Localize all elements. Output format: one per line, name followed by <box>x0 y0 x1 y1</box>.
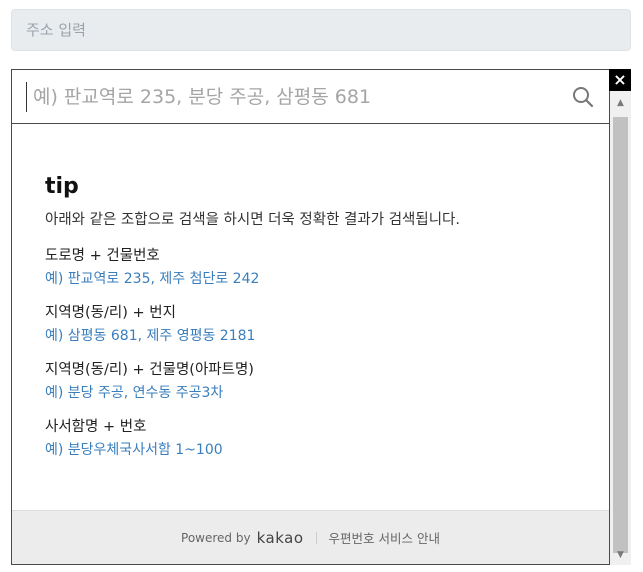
example-value: 예) 분당우체국사서함 1~100 <box>45 442 223 458</box>
tip-description: 아래와 같은 조합으로 검색을 하시면 더욱 정확한 결과가 검색됩니다. <box>45 212 460 228</box>
scroll-down-arrow-icon[interactable]: ▼ <box>610 547 631 563</box>
example-value: 예) 판교역로 235, 제주 첨단로 242 <box>45 271 260 287</box>
example-label: 지역명(동/리) + 건물명(아파트명) <box>45 362 254 378</box>
example-group: 사서함명 + 번호 예) 분당우체국사서함 1~100 <box>45 415 585 472</box>
example-label: 도로명 + 건물번호 <box>45 248 160 264</box>
scroll-thumb[interactable] <box>613 117 628 553</box>
example-group: 지역명(동/리) + 건물명(아파트명) 예) 분당 주공, 연수동 주공3차 <box>45 358 585 415</box>
tip-section: tip 아래와 같은 조합으로 검색을 하시면 더욱 정확한 결과가 검색됩니다… <box>45 174 585 472</box>
example-group: 도로명 + 건물번호 예) 판교역로 235, 제주 첨단로 242 <box>45 244 585 301</box>
scroll-up-arrow-icon[interactable]: ▲ <box>610 95 631 111</box>
kakao-logo[interactable]: kakao <box>257 529 304 547</box>
postal-service-guide-link[interactable]: 우편번호 서비스 안내 <box>329 528 440 547</box>
tip-title: tip <box>45 174 79 199</box>
popup-footer: Powered by kakao 우편번호 서비스 안내 <box>12 510 609 564</box>
scrollbar[interactable]: ▲ ▼ <box>610 91 631 565</box>
powered-by-text: Powered by <box>181 530 251 545</box>
search-bar <box>12 70 609 124</box>
search-input[interactable] <box>26 82 556 112</box>
address-input[interactable]: 주소 입력 <box>11 9 631 51</box>
search-icon[interactable] <box>571 85 595 109</box>
postcode-popup: tip 아래와 같은 조합으로 검색을 하시면 더욱 정확한 결과가 검색됩니다… <box>11 69 610 565</box>
close-button[interactable]: × <box>609 69 631 91</box>
example-label: 사서함명 + 번호 <box>45 419 147 435</box>
example-group: 지역명(동/리) + 번지 예) 삼평동 681, 제주 영평동 2181 <box>45 301 585 358</box>
footer-divider <box>315 531 317 544</box>
example-label: 지역명(동/리) + 번지 <box>45 305 176 321</box>
example-value: 예) 분당 주공, 연수동 주공3차 <box>45 385 224 401</box>
example-value: 예) 삼평동 681, 제주 영평동 2181 <box>45 328 256 344</box>
